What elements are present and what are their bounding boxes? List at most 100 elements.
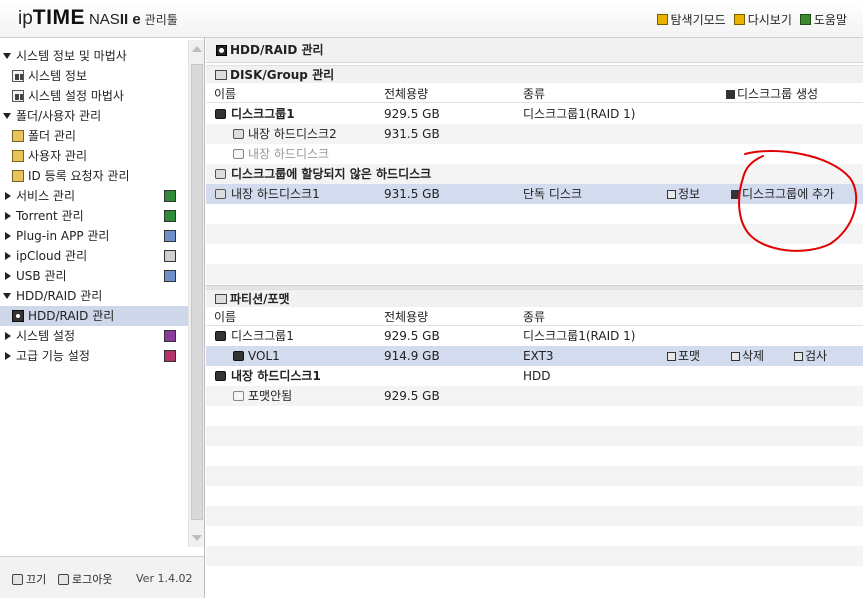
col-name: 이름 <box>214 87 237 101</box>
help-link[interactable]: 도움말 <box>799 11 847 28</box>
logo-nas: NAS <box>88 11 120 28</box>
col-capacity: 전체용량 <box>384 87 429 101</box>
sidebar-scrollbar[interactable] <box>188 40 204 547</box>
hard-disk-icon <box>233 149 244 159</box>
sidebar-item-torrent[interactable]: Torrent 관리 <box>0 206 188 226</box>
torrent-icon <box>164 210 176 222</box>
empty-row <box>206 466 863 486</box>
sidebar-item-hdd-raid-group[interactable]: HDD/RAID 관리 <box>0 286 188 306</box>
power-off-button[interactable]: 끄기 <box>12 571 46 587</box>
row-name: 디스크그룹1 <box>231 107 295 121</box>
sidebar-item-label: 폴더/사용자 관리 <box>16 109 102 123</box>
add-icon <box>731 190 740 199</box>
table-row[interactable]: 디스크그룹1 929.5 GB 디스크그룹1(RAID 1) <box>206 104 863 124</box>
table-row[interactable]: 내장 하드디스크1 HDD <box>206 366 863 386</box>
sidebar-item-usb[interactable]: USB 관리 <box>0 266 188 286</box>
empty-row <box>206 506 863 526</box>
info-button[interactable]: 정보 <box>667 184 700 204</box>
sidebar-item-advanced[interactable]: 고급 기능 설정 <box>0 346 188 366</box>
refresh-label: 다시보기 <box>747 13 792 27</box>
sidebar-item-label: HDD/RAID 관리 <box>28 309 115 323</box>
row-name: 포맷안됨 <box>248 389 293 403</box>
hard-disk-icon <box>233 129 244 139</box>
chart-icon <box>12 70 24 82</box>
sidebar-item-label: USB 관리 <box>16 269 67 283</box>
sidebar-item-user-manage[interactable]: 사용자 관리 <box>0 146 188 166</box>
table-row-selected[interactable]: 내장 하드디스크1 931.5 GB 단독 디스크 정보 디스크그룹에 추가 <box>206 184 863 204</box>
check-button[interactable]: 검사 <box>794 346 827 366</box>
logout-button[interactable]: 로그아웃 <box>58 571 112 587</box>
sidebar-item-hdd-raid[interactable]: HDD/RAID 관리 <box>0 306 188 326</box>
table-row[interactable]: 내장 하드디스크2 931.5 GB <box>206 124 863 144</box>
folder-icon <box>656 14 668 25</box>
logo-model: II e <box>119 11 141 28</box>
sidebar-item-label: Torrent 관리 <box>16 209 84 223</box>
table-row[interactable]: 포맷안됨 929.5 GB <box>206 386 863 406</box>
explorer-mode-link[interactable]: 탐색기모드 <box>656 11 726 28</box>
sidebar-item-service[interactable]: 서비스 관리 <box>0 186 188 206</box>
row-type: HDD <box>523 369 551 383</box>
volume-icon <box>233 351 244 361</box>
row-name: VOL1 <box>248 349 280 363</box>
sidebar-footer: 끄기 로그아웃 Ver 1.4.02 <box>0 556 204 598</box>
sidebar-item-id-requests[interactable]: ID 등록 요청자 관리 <box>0 166 188 186</box>
partition-icon <box>215 294 227 304</box>
row-type: 디스크그룹1(RAID 1) <box>523 107 636 121</box>
sidebar-item-label: ID 등록 요청자 관리 <box>28 169 130 183</box>
disk-group-icon <box>215 331 226 341</box>
scroll-up-icon[interactable] <box>192 46 202 52</box>
unassigned-disk-icon <box>215 169 226 179</box>
plugin-icon <box>164 230 176 242</box>
sidebar-item-folder-manage[interactable]: 폴더 관리 <box>0 126 188 146</box>
folder-icon <box>12 150 24 162</box>
scroll-down-icon[interactable] <box>192 535 202 541</box>
sidebar-item-label: 시스템 정보 및 마법사 <box>16 49 127 63</box>
disk-group-icon <box>215 70 227 80</box>
sidebar: 시스템 정보 및 마법사 시스템 정보 시스템 설정 마법사 폴더/사용자 관리… <box>0 38 205 598</box>
table-row[interactable]: 디스크그룹에 할당되지 않은 하드디스크 <box>206 164 863 184</box>
table-row-selected[interactable]: VOL1 914.9 GB EXT3 포맷 삭제 검사 <box>206 346 863 366</box>
help-icon <box>799 14 811 25</box>
empty-row <box>206 446 863 466</box>
hard-disk-icon <box>215 371 226 381</box>
row-capacity: 931.5 GB <box>384 187 440 201</box>
hdd-icon <box>12 310 24 322</box>
page-title: HDD/RAID 관리 <box>206 38 863 63</box>
disk-column-headers: 이름 전체용량 종류 디스크그룹 생성 <box>206 85 863 103</box>
table-row[interactable]: 디스크그룹1 929.5 GB 디스크그룹1(RAID 1) <box>206 326 863 346</box>
collapse-arrow-icon <box>5 352 11 360</box>
sidebar-item-folder-user[interactable]: 폴더/사용자 관리 <box>0 106 188 126</box>
expand-arrow-icon <box>3 53 11 59</box>
sidebar-item-ipcloud[interactable]: ipCloud 관리 <box>0 246 188 266</box>
service-icon <box>164 190 176 202</box>
create-disk-group-button[interactable]: 디스크그룹 생성 <box>726 85 818 103</box>
collapse-arrow-icon <box>5 252 11 260</box>
explorer-mode-label: 탐색기모드 <box>670 13 726 27</box>
row-type: 단독 디스크 <box>523 187 583 201</box>
logo-ip: ip <box>18 8 33 29</box>
format-button[interactable]: 포맷 <box>667 346 700 366</box>
refresh-link[interactable]: 다시보기 <box>733 11 792 28</box>
scroll-thumb[interactable] <box>191 64 203 520</box>
add-to-disk-group-button[interactable]: 디스크그룹에 추가 <box>731 184 834 204</box>
collapse-arrow-icon <box>5 192 11 200</box>
sidebar-item-label: 폴더 관리 <box>28 129 76 143</box>
sidebar-item-system-info[interactable]: 시스템 정보 <box>0 66 188 86</box>
chart-icon <box>12 90 24 102</box>
sidebar-item-label: 사용자 관리 <box>28 149 88 163</box>
app-header: ip TIME NAS II e 관리툴 탐색기모드 다시보기 도움말 <box>0 0 863 38</box>
sidebar-item-label: 고급 기능 설정 <box>16 349 90 363</box>
delete-button[interactable]: 삭제 <box>731 346 764 366</box>
hard-disk-icon <box>215 189 226 199</box>
sidebar-item-system-settings[interactable]: 시스템 설정 <box>0 326 188 346</box>
sidebar-item-plugin[interactable]: Plug-in APP 관리 <box>0 226 188 246</box>
row-capacity: 914.9 GB <box>384 349 440 363</box>
row-name: 내장 하드디스크 <box>248 147 330 161</box>
partition-section-header: 파티션/포맷 <box>206 289 863 307</box>
collapse-arrow-icon <box>5 232 11 240</box>
sidebar-item-setup-wizard[interactable]: 시스템 설정 마법사 <box>0 86 188 106</box>
settings-icon <box>164 330 176 342</box>
sidebar-item-system-info-wizard[interactable]: 시스템 정보 및 마법사 <box>0 46 188 66</box>
table-row[interactable]: 내장 하드디스크 <box>206 144 863 164</box>
app-logo: ip TIME NAS II e 관리툴 <box>18 6 178 32</box>
